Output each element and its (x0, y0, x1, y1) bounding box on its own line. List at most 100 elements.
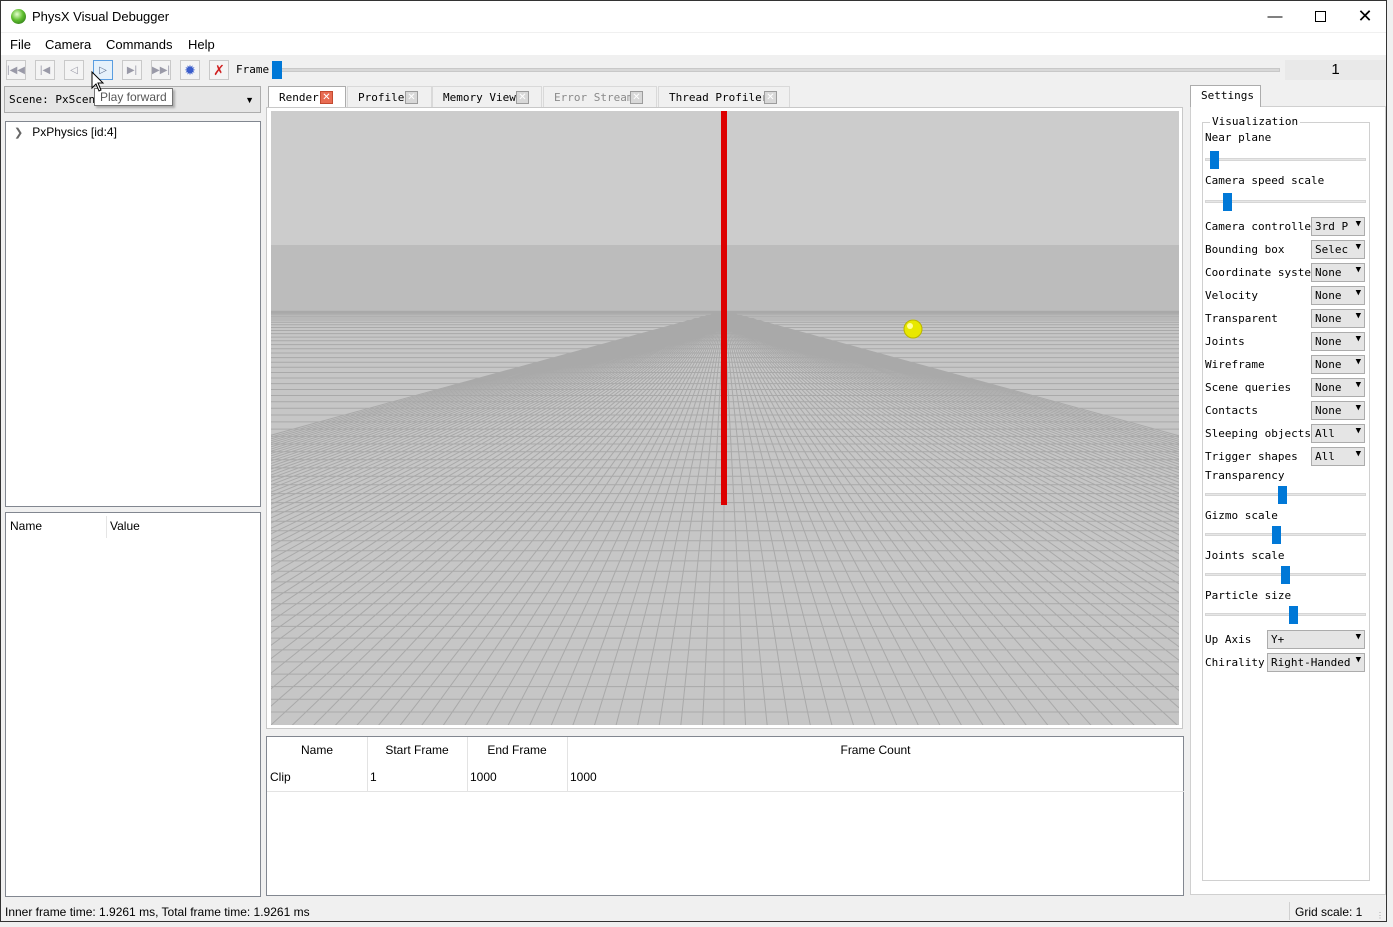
menu-camera[interactable]: Camera (45, 37, 91, 52)
frame-slider-track[interactable] (277, 68, 1280, 72)
header-start-frame[interactable]: Start Frame (367, 743, 467, 757)
particle-size-handle[interactable] (1288, 606, 1298, 624)
minimize-button[interactable]: — (1252, 1, 1298, 32)
3d-viewport[interactable] (271, 111, 1179, 725)
close-button[interactable]: ✕ (1342, 1, 1388, 32)
near-plane-slider[interactable] (1205, 158, 1366, 161)
frame-value[interactable]: 1 (1285, 60, 1386, 80)
chevron-down-icon: ▼ (1353, 311, 1361, 321)
tab-memory-view-label: Memory View (443, 91, 516, 104)
clips-table: Name Start Frame End Frame Frame Count C… (266, 736, 1184, 896)
header-value[interactable]: Value (110, 519, 140, 533)
tooltip: Play forward (94, 88, 173, 106)
joints-select[interactable]: None ▼ (1311, 332, 1365, 351)
chevron-right-icon[interactable]: ❯ (14, 127, 23, 139)
header-name[interactable]: Name (10, 519, 42, 533)
wireframe-select[interactable]: None ▼ (1311, 355, 1365, 374)
tab-error-stream-label: Error Stream (554, 91, 634, 104)
app-window: PhysX Visual Debugger — ✕ File Camera Co… (0, 0, 1387, 922)
gizmo-scale-slider[interactable] (1205, 533, 1366, 536)
go-to-start-button[interactable]: |◀◀ (6, 60, 26, 80)
menu-bar: File Camera Commands Help (1, 33, 1386, 55)
bounding-box-value: Selec (1315, 243, 1349, 256)
header-end-frame[interactable]: End Frame (467, 743, 567, 757)
tree-item-pxphysics[interactable]: ❯ PxPhysics [id:4] (14, 125, 117, 139)
tab-profile[interactable]: Profile ✕ (347, 86, 432, 108)
header-clip-name[interactable]: Name (267, 743, 367, 757)
velocity-select[interactable]: None ▼ (1311, 286, 1365, 305)
tree-item-label: PxPhysics [id:4] (32, 125, 117, 139)
camera-controller-value: 3rd P (1315, 220, 1349, 233)
bounding-box-select[interactable]: Selec ▼ (1311, 240, 1365, 259)
camera-controller-select[interactable]: 3rd P ▼ (1311, 217, 1365, 236)
wireframe-value: None (1315, 358, 1342, 371)
tab-settings[interactable]: Settings (1190, 85, 1261, 107)
menu-help[interactable]: Help (188, 37, 215, 52)
play-backward-icon: ◁ (70, 64, 78, 76)
scene-queries-select[interactable]: None ▼ (1311, 378, 1365, 397)
frame-time-status: Inner frame time: 1.9261 ms, Total frame… (5, 905, 310, 919)
record-button[interactable]: ✹ (180, 60, 200, 80)
coordinate-system-value: None (1315, 266, 1342, 279)
transparency-handle[interactable] (1277, 486, 1287, 504)
scene-queries-value: None (1315, 381, 1342, 394)
coordinate-system-label: Coordinate system (1205, 266, 1318, 279)
close-icon[interactable]: ✕ (516, 91, 529, 104)
close-icon[interactable]: ✕ (764, 91, 777, 104)
burst-icon: ✹ (184, 61, 196, 78)
y-axis-line (721, 111, 727, 505)
clip-end-cell: 1000 (470, 770, 497, 784)
menu-file[interactable]: File (10, 37, 31, 52)
sleeping-objects-select[interactable]: All ▼ (1311, 424, 1365, 443)
near-plane-handle[interactable] (1209, 151, 1219, 169)
chevron-down-icon: ▼ (1353, 288, 1361, 298)
velocity-label: Velocity (1205, 289, 1258, 302)
tab-error-stream[interactable]: Error Stream ✕ (543, 86, 657, 108)
chirality-value: Right-Handed (1271, 656, 1351, 669)
tab-render[interactable]: Render ✕ (268, 86, 346, 108)
up-axis-select[interactable]: Y+ ▼ (1267, 630, 1365, 649)
skip-back-icon: |◀◀ (7, 64, 25, 76)
maximize-button[interactable] (1297, 1, 1343, 32)
disconnect-button[interactable]: ✗ (209, 60, 229, 80)
scene-label: Scene: PxScene (9, 93, 102, 106)
up-axis-value: Y+ (1271, 633, 1285, 646)
gizmo-scale-handle[interactable] (1271, 526, 1281, 544)
close-icon[interactable]: ✕ (405, 91, 418, 104)
header-frame-count[interactable]: Frame Count (567, 743, 1184, 757)
transparent-select[interactable]: None ▼ (1311, 309, 1365, 328)
chevron-down-icon: ▼ (1353, 357, 1361, 367)
step-back-button[interactable]: |◀ (35, 60, 55, 80)
tab-memory-view[interactable]: Memory View ✕ (432, 86, 542, 108)
chevron-down-icon: ▼ (245, 95, 254, 105)
camera-controller-label: Camera controller (1205, 220, 1318, 233)
sphere-object[interactable] (903, 319, 923, 339)
frame-slider-handle[interactable] (272, 61, 282, 79)
camera-speed-handle[interactable] (1223, 193, 1233, 211)
resize-grip-icon[interactable]: ⋮ (1376, 911, 1384, 920)
step-forward-icon: ▶| (126, 64, 138, 76)
go-to-end-button[interactable]: ▶▶| (151, 60, 171, 80)
joints-value: None (1315, 335, 1342, 348)
status-bar: Inner frame time: 1.9261 ms, Total frame… (1, 900, 1386, 922)
camera-speed-label: Camera speed scale (1205, 174, 1325, 187)
joints-label: Joints (1205, 335, 1245, 348)
trigger-shapes-select[interactable]: All ▼ (1311, 447, 1365, 466)
chevron-down-icon: ▼ (1353, 655, 1361, 665)
column-divider[interactable] (106, 516, 107, 538)
menu-commands[interactable]: Commands (106, 37, 172, 52)
chirality-select[interactable]: Right-Handed ▼ (1267, 653, 1365, 672)
tab-thread-profiler[interactable]: Thread Profiler ✕ (658, 86, 790, 108)
near-plane-label: Near plane (1205, 131, 1272, 144)
close-icon[interactable]: ✕ (320, 91, 333, 104)
joints-scale-handle[interactable] (1281, 566, 1290, 584)
velocity-value: None (1315, 289, 1342, 302)
mouse-cursor-icon (91, 71, 105, 92)
step-forward-button[interactable]: ▶| (122, 60, 142, 80)
scene-queries-label: Scene queries (1205, 381, 1292, 394)
close-icon[interactable]: ✕ (630, 91, 643, 104)
contacts-select[interactable]: None ▼ (1311, 401, 1365, 420)
play-backward-button[interactable]: ◁ (64, 60, 84, 80)
particle-size-slider[interactable] (1205, 613, 1366, 616)
coordinate-system-select[interactable]: None ▼ (1311, 263, 1365, 282)
